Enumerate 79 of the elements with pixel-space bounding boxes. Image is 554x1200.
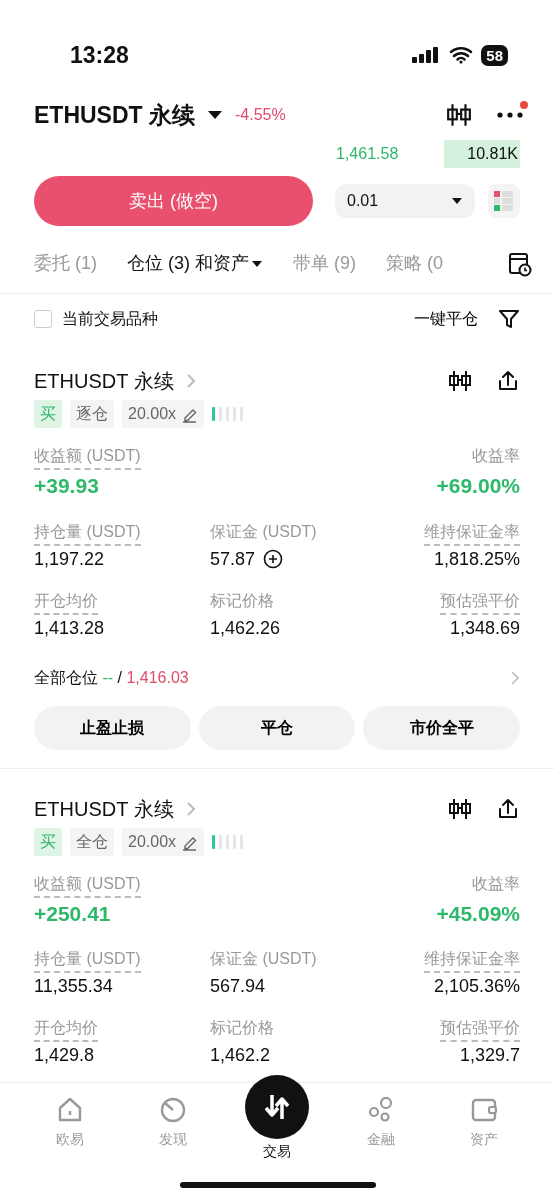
metric-value: 1,413.28 <box>34 616 105 640</box>
leverage-tag[interactable]: 20.00x <box>122 827 205 856</box>
total-positions: 全部仓位 -- / 1,416.03 <box>34 667 189 688</box>
symbol-title[interactable]: ETHUSDT 永续 <box>34 97 195 133</box>
metric-label: 持仓量 (USDT) <box>34 519 141 546</box>
candlestick-chart-icon[interactable] <box>446 102 472 128</box>
order-history-icon[interactable] <box>508 250 532 277</box>
status-time: 13:28 <box>70 40 129 70</box>
roi-label: 收益率 <box>472 873 520 894</box>
metric-value: 11,355.34 <box>34 975 113 998</box>
swap-arrows-icon <box>262 1092 292 1122</box>
metric-label: 保证金 (USDT) <box>210 949 317 969</box>
margin-mode-tag: 全仓 <box>70 827 114 856</box>
filter-icon[interactable] <box>498 308 520 330</box>
more-icon[interactable] <box>496 111 524 119</box>
home-icon <box>56 1097 83 1123</box>
leverage-tag[interactable]: 20.00x <box>122 400 205 428</box>
checkbox-label: 当前交易品种 <box>62 309 158 329</box>
pnl-label: 收益额 (USDT) <box>34 444 141 470</box>
action-button[interactable]: 平仓 <box>198 705 356 750</box>
order-book-toggle[interactable] <box>488 184 520 218</box>
side-tag: 买 <box>34 400 62 428</box>
close-all-button[interactable]: 一键平仓 <box>414 307 478 331</box>
nav-tab[interactable]: 交易 <box>225 1075 329 1163</box>
position-title[interactable]: ETHUSDT 永续 <box>34 793 174 824</box>
action-button[interactable]: 止盈止损 <box>34 705 191 750</box>
roi-label: 收益率 <box>472 446 520 466</box>
metric-value: 1,462.2 <box>210 1044 271 1067</box>
caret-icon <box>451 197 463 205</box>
price-change: -4.55% <box>235 105 286 125</box>
metric-label: 标记价格 <box>210 590 274 611</box>
bubbles-icon <box>367 1097 394 1123</box>
position-title[interactable]: ETHUSDT 永续 <box>34 366 174 396</box>
roi-value: +69.00% <box>436 473 520 499</box>
timer-icon <box>160 1097 187 1123</box>
metric-value: 57.87 <box>210 547 256 571</box>
last-price: 1,461.58 <box>335 144 399 164</box>
metric-label: 标记价格 <box>210 1018 274 1038</box>
caret-icon[interactable] <box>207 110 223 120</box>
metric-value: 1,329.7 <box>459 1044 520 1067</box>
metric-value: 567.94 <box>210 975 266 998</box>
sell-button[interactable]: 卖出 (做空) <box>34 176 313 226</box>
metric-label: 开仓均价 <box>34 588 98 615</box>
pnl-label: 收益额 (USDT) <box>34 871 141 898</box>
wifi-icon <box>449 46 474 64</box>
metric-value: 1,348.69 <box>449 616 520 640</box>
candlestick-chart-icon[interactable] <box>448 796 472 821</box>
pnl-value: +39.93 <box>34 473 99 499</box>
depth-volume: 10.81K <box>444 140 520 168</box>
share-icon[interactable] <box>496 796 520 821</box>
metric-label: 预估强平价 <box>440 1016 520 1042</box>
margin-mode-tag: 逐仓 <box>70 400 114 428</box>
metric-label: 持仓量 (USDT) <box>34 947 141 973</box>
metric-label: 预估强平价 <box>440 588 520 615</box>
candlestick-chart-icon[interactable] <box>448 369 472 393</box>
chevron-icon <box>185 800 196 817</box>
metric-value: 2,105.36% <box>433 975 520 998</box>
side-tag: 买 <box>34 827 62 856</box>
roi-value: +45.09% <box>436 900 520 927</box>
metric-value: 1,818.25% <box>433 547 520 571</box>
quantity-select[interactable]: 0.01 <box>335 184 475 218</box>
tab[interactable]: 仓位 (3) 和资产 <box>127 250 263 277</box>
order-book-icon <box>494 190 514 212</box>
metric-label: 维持保证金率 <box>424 947 520 973</box>
quantity-value: 0.01 <box>347 191 379 211</box>
action-button[interactable]: 市价全平 <box>363 705 520 750</box>
wallet-icon <box>471 1097 498 1123</box>
metric-value: 1,197.22 <box>34 547 105 571</box>
battery-level: 58 <box>481 44 508 66</box>
metric-value: 1,462.26 <box>210 616 281 640</box>
share-icon[interactable] <box>496 369 520 393</box>
chevron-icon <box>185 373 196 389</box>
checkbox[interactable] <box>34 310 52 328</box>
add-margin-icon[interactable] <box>263 549 284 569</box>
metric-value: 1,429.8 <box>34 1044 95 1067</box>
metric-label: 维持保证金率 <box>424 519 520 546</box>
metric-label: 保证金 (USDT) <box>210 521 317 542</box>
metric-label: 开仓均价 <box>34 1016 98 1042</box>
pnl-value: +250.41 <box>34 900 111 927</box>
